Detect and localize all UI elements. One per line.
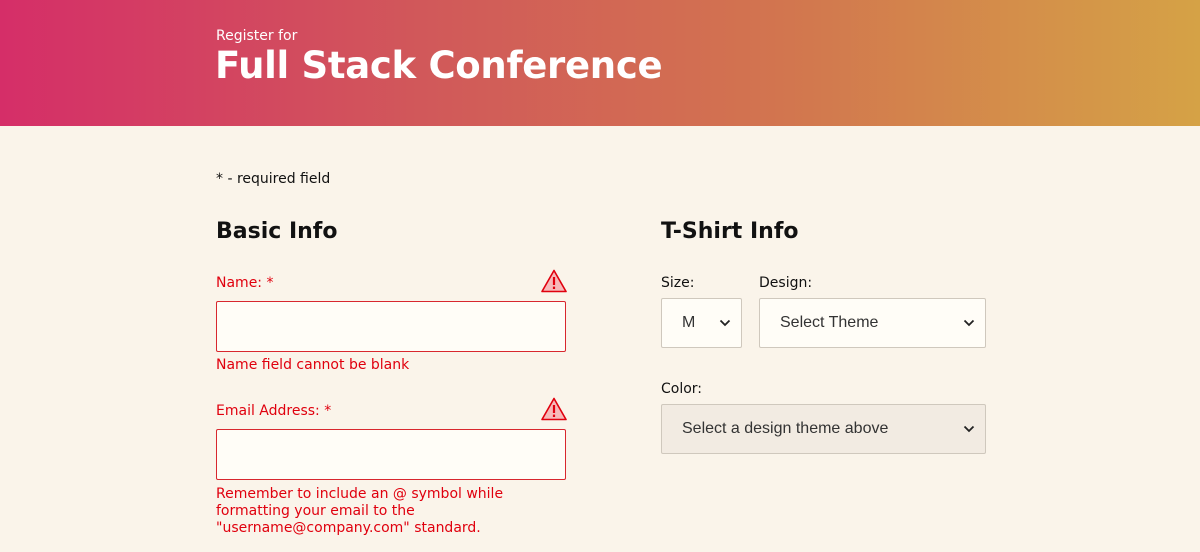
design-label: Design: bbox=[759, 275, 813, 291]
email-input[interactable] bbox=[216, 429, 566, 480]
name-input[interactable] bbox=[216, 301, 566, 352]
page-header: Register for Full Stack Conference bbox=[0, 0, 1200, 126]
tshirt-info-heading: T-Shirt Info bbox=[661, 219, 799, 244]
basic-info-heading: Basic Info bbox=[216, 219, 338, 244]
chevron-down-icon bbox=[719, 319, 731, 327]
chevron-down-icon bbox=[963, 319, 975, 327]
color-select[interactable]: Select a design theme above bbox=[661, 404, 986, 454]
email-label: Email Address: * bbox=[216, 403, 332, 419]
color-select-value: Select a design theme above bbox=[682, 420, 889, 437]
size-label: Size: bbox=[661, 275, 695, 291]
warning-icon bbox=[541, 397, 567, 421]
name-error-message: Name field cannot be blank bbox=[216, 357, 410, 373]
size-select-value: M bbox=[682, 314, 696, 331]
design-select[interactable]: Select Theme bbox=[759, 298, 986, 348]
required-field-note: * - required field bbox=[216, 171, 331, 187]
chevron-down-icon bbox=[963, 425, 975, 433]
header-subtitle: Register for bbox=[216, 28, 298, 44]
name-label: Name: * bbox=[216, 275, 274, 291]
warning-icon bbox=[541, 269, 567, 293]
email-error-message: Remember to include an @ symbol while fo… bbox=[216, 486, 504, 536]
design-select-value: Select Theme bbox=[780, 314, 879, 331]
size-select[interactable]: M bbox=[661, 298, 742, 348]
page-title: Full Stack Conference bbox=[215, 44, 663, 87]
color-label: Color: bbox=[661, 381, 703, 397]
